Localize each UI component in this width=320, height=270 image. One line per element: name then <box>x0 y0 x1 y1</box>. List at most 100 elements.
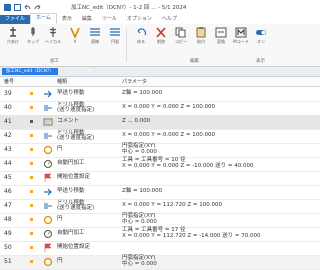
operation-params: X = 0.000 Y = 0.000 Z = 100.000 <box>122 132 215 138</box>
row-number: 45 <box>4 174 12 181</box>
row-number: 40 <box>4 104 12 111</box>
status-dot <box>30 204 33 207</box>
list-row[interactable]: 42 ドリル移動 (送り速度指定) X = 0.000 Y = 0.000 Z = 1… <box>0 129 320 144</box>
mcode-button[interactable]: Mコード <box>232 27 250 49</box>
row-number: 41 <box>4 118 12 125</box>
quick-access-toolbar <box>4 3 41 11</box>
status-dot <box>30 260 33 263</box>
drill-icon <box>43 131 53 141</box>
document-tab[interactable]: 加工NC_edit（DCN?） <box>2 68 58 75</box>
operation-name: 円 <box>57 216 63 222</box>
tap-button[interactable]: タップ <box>24 27 42 49</box>
delete-button[interactable]: 削除 <box>152 27 170 49</box>
operation-params: Z軸 = 100.000 <box>122 90 163 96</box>
operation-params: Z軸 = 100.000 <box>122 188 163 194</box>
list-row[interactable]: 49 自動円加工 工具 = 工具番号 = 17 径X = 0.000 Y = 112… <box>0 227 320 242</box>
operation-params: 円弧指定(XY) <box>122 255 156 261</box>
status-dot <box>30 92 33 95</box>
window-title: 加工NC_edit（DCN?）- 1-2 回 ... - 5/1 2024 <box>71 5 187 11</box>
drill-icon <box>43 103 53 113</box>
list-row[interactable]: 40 ドリル移動 (送り速度指定) X = 0.000 Y = 0.000 Z = 1… <box>0 101 320 116</box>
list-row[interactable]: 51 円 円弧指定(XY) 中心 = 0.000 <box>0 255 320 270</box>
ribbon: 穴あけ タップ ヘリカル V 直線 円弧 戻る 削除 コピー 貼付 変換 Mコー… <box>0 24 320 67</box>
list-header: 番号 種類 パラメータ <box>0 77 320 87</box>
operation-name: 開始位置設定 <box>57 174 91 180</box>
arc-button[interactable]: 円弧 <box>106 27 124 49</box>
back-arrow-icon <box>137 28 147 36</box>
arc-icon <box>110 28 120 36</box>
list-row[interactable]: 39 早送り移動 Z軸 = 100.000 <box>0 87 320 102</box>
tab-view[interactable]: 表示 <box>57 15 77 24</box>
tab-options[interactable]: オプション <box>122 15 157 24</box>
app-window: 加工NC_edit（DCN?）- 1-2 回 ... - 5/1 2024 ファ… <box>0 0 320 270</box>
helical-button[interactable]: ヘリカル <box>44 27 62 49</box>
row-number: 49 <box>4 230 12 237</box>
list-row[interactable]: 44 自動円加工 工具 = 工具番号 = 10 径X = 0.000 Y = 0.0… <box>0 157 320 172</box>
list-row[interactable]: 50 開始位置設定 <box>0 241 320 256</box>
list-row[interactable]: 43 円円弧指定(XY) 中心 = 0.000 <box>0 143 320 158</box>
redo-icon[interactable] <box>34 4 41 11</box>
paste-button[interactable]: 貼付 <box>192 27 210 49</box>
tab-home[interactable]: ホーム <box>30 13 57 24</box>
row-number: 43 <box>4 146 12 153</box>
autocircle-icon <box>43 229 53 239</box>
row-number: 42 <box>4 132 12 139</box>
list-row[interactable]: 46 早送り移動 Z軸 = 100.000 <box>0 185 320 200</box>
back-button[interactable]: 戻る <box>132 27 150 49</box>
row-number: 51 <box>4 258 12 265</box>
status-dot <box>30 134 33 137</box>
column-header-number[interactable]: 番号 <box>4 78 14 85</box>
circle-icon <box>43 257 53 267</box>
tab-file[interactable]: ファイル <box>0 15 31 24</box>
close-tab-icon[interactable]: × <box>88 68 92 75</box>
undo-icon[interactable] <box>24 4 31 11</box>
convert-icon <box>215 27 227 38</box>
helical-icon <box>49 27 57 37</box>
comment-icon <box>43 117 53 127</box>
copy-button[interactable]: コピー <box>172 27 190 49</box>
line-button[interactable]: 直線 <box>86 27 104 49</box>
drill-icon <box>43 201 53 211</box>
group-label-edit: 編集 <box>190 59 199 64</box>
list-row[interactable]: 48 円円弧指定(XY) 中心 = 0.000 <box>0 213 320 228</box>
status-dot <box>30 232 33 235</box>
v-button[interactable]: V <box>66 27 84 49</box>
list-row[interactable]: 47 ドリル移動 (送り速度指定) X = 0.000 Y = 112.720 Z =… <box>0 199 320 214</box>
paste-icon <box>196 27 206 38</box>
tab-tools[interactable]: ツール <box>97 15 122 24</box>
column-header-params[interactable]: パラメータ <box>122 78 147 85</box>
arrow-icon <box>43 89 53 99</box>
tab-help[interactable]: ヘルプ <box>157 15 182 24</box>
operation-name: 開始位置設定 <box>57 244 91 250</box>
tap-icon <box>31 27 35 36</box>
convert-button[interactable]: 変換 <box>212 27 230 49</box>
title-bar: 加工NC_edit（DCN?）- 1-2 回 ... - 5/1 2024 <box>0 0 320 14</box>
row-number: 39 <box>4 90 12 97</box>
group-label-view: 表示 <box>256 59 265 64</box>
operation-subname: (送り速度指定) <box>57 205 95 211</box>
on-button[interactable]: オン <box>252 27 270 49</box>
group-label-machining: 加工 <box>50 59 59 64</box>
operation-params-detail: 中心 = 0.000 <box>122 261 157 267</box>
operation-name: コメント <box>57 118 80 124</box>
status-dot <box>30 106 33 109</box>
operation-params-detail: 中心 = 0.000 <box>122 149 157 155</box>
mcode-icon <box>235 27 247 38</box>
save-icon[interactable] <box>14 3 21 11</box>
delete-icon <box>156 27 166 38</box>
v-cut-icon <box>70 27 80 38</box>
drill-icon <box>10 27 16 37</box>
tab-edit[interactable]: 編集 <box>77 15 97 24</box>
row-number: 44 <box>4 160 12 167</box>
copy-icon <box>175 27 186 38</box>
column-header-type[interactable]: 種類 <box>57 78 67 85</box>
list-row[interactable]: 45 開始位置設定 <box>0 171 320 186</box>
ribbon-divider <box>126 28 127 62</box>
drill-button[interactable]: 穴あけ <box>4 27 22 49</box>
row-number: 48 <box>4 216 12 223</box>
list-row[interactable]: 41 コメント Z ... 0.000 <box>0 115 320 130</box>
operation-name: 円 <box>57 146 63 152</box>
row-number: 46 <box>4 188 12 195</box>
operation-name: 自動円加工 <box>57 160 85 166</box>
operation-params: X = 0.000 Y = 0.000 Z = 100.000 <box>122 104 215 110</box>
